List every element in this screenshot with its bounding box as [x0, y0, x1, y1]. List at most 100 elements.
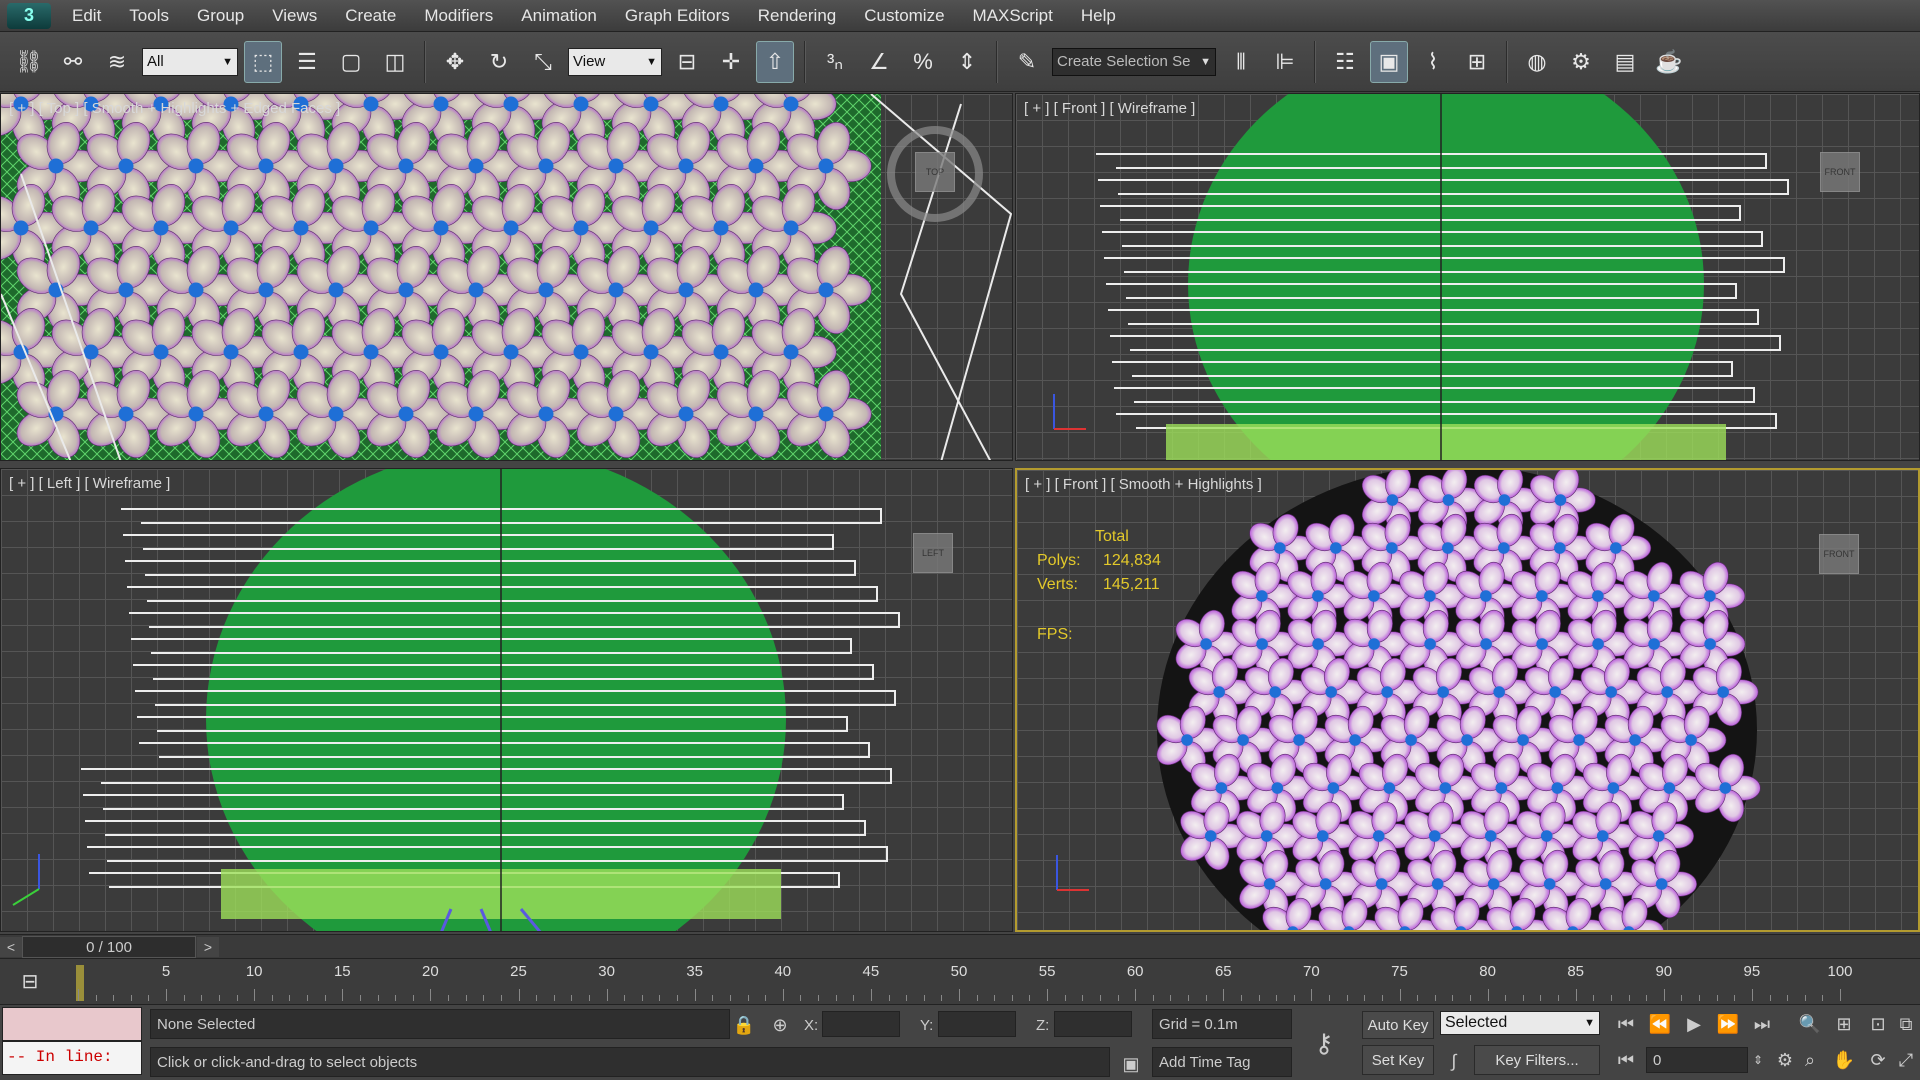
time-slider[interactable]: < 0 / 100 > — [0, 934, 1920, 958]
zoom-icon[interactable]: 🔍 — [1796, 1011, 1824, 1037]
x-coord-field[interactable] — [822, 1011, 900, 1037]
frame-spinner-icon[interactable]: ⇕ — [1750, 1047, 1766, 1073]
time-config-icon[interactable]: ⚙ — [1772, 1047, 1798, 1073]
selection-filter-dropdown[interactable]: All ▼ — [142, 47, 238, 76]
time-slider-prev-button[interactable]: < — [0, 937, 22, 957]
menu-help[interactable]: Help — [1067, 0, 1130, 32]
viewport-top[interactable]: [ + ] [ Top ] [ Smooth + Highlights + Ed… — [0, 93, 1013, 461]
pivot-icon[interactable]: ⊟ — [668, 41, 706, 83]
rotate-icon[interactable]: ↻ — [480, 41, 518, 83]
menu-customize[interactable]: Customize — [850, 0, 958, 32]
scale-icon[interactable]: ⤡ — [524, 41, 562, 83]
pan-icon[interactable]: ✋ — [1830, 1047, 1858, 1073]
select-manipulate-icon[interactable]: ✛ — [712, 41, 750, 83]
set-key-mode-icon[interactable]: ⚷ — [1300, 1025, 1348, 1061]
time-slider-next-button[interactable]: > — [197, 937, 219, 957]
bind-spacewarp-icon[interactable]: ≋ — [98, 41, 136, 83]
viewport-top-label[interactable]: [ + ] [ Top ] [ Smooth + Highlights + Ed… — [9, 100, 340, 117]
field-of-view-icon[interactable]: ⌕ — [1796, 1047, 1824, 1073]
time-tag-icon[interactable]: ▣ — [1118, 1051, 1144, 1077]
next-frame-icon[interactable]: ⏩ — [1714, 1011, 1742, 1037]
window-crossing-icon[interactable]: ◫ — [376, 41, 414, 83]
layer-manager-icon[interactable]: ☷ — [1326, 41, 1364, 83]
edit-named-sel-icon[interactable]: ✎ — [1008, 41, 1046, 83]
align-icon[interactable]: ⊫ — [1266, 41, 1304, 83]
lock-icon[interactable]: 🔒 — [732, 1013, 756, 1037]
z-coord-field[interactable] — [1054, 1011, 1132, 1037]
time-slider-thumb[interactable]: 0 / 100 — [22, 936, 196, 958]
set-key-button[interactable]: Set Key — [1362, 1045, 1434, 1075]
spinner-snap-icon[interactable]: ⇕ — [948, 41, 986, 83]
maxscript-mini-listener-top[interactable] — [2, 1007, 142, 1041]
schematic-icon[interactable]: ⊞ — [1458, 41, 1496, 83]
y-coord-field[interactable] — [938, 1011, 1016, 1037]
maximize-viewport-icon[interactable]: ⤢ — [1894, 1047, 1918, 1073]
select-by-name-icon[interactable]: ☰ — [288, 41, 326, 83]
menu-create[interactable]: Create — [331, 0, 410, 32]
menu-modifiers[interactable]: Modifiers — [410, 0, 507, 32]
track-ruler[interactable]: 5 10 15 20 25 30 35 40 45 50 55 60 65 70 75 80 85 90 95 100 — [70, 963, 1860, 1001]
mirror-icon[interactable]: ⫴ — [1222, 41, 1260, 83]
key-curve-icon[interactable]: ∫ — [1440, 1047, 1468, 1075]
go-to-end-icon[interactable]: ⏭ — [1748, 1011, 1776, 1037]
menu-maxscript[interactable]: MAXScript — [959, 0, 1067, 32]
material-editor-icon[interactable]: ◍ — [1518, 41, 1556, 83]
track-tick — [888, 995, 890, 1001]
previous-frame-icon[interactable]: ⏪ — [1646, 1011, 1674, 1037]
snap-3-icon[interactable]: ³ₙ — [816, 41, 854, 83]
render-setup-icon[interactable]: ⚙ — [1562, 41, 1600, 83]
reference-coord-dropdown[interactable]: View ▼ — [568, 47, 662, 76]
menu-group[interactable]: Group — [183, 0, 258, 32]
rendered-frame-icon[interactable]: ▤ — [1606, 41, 1644, 83]
key-mode-dropdown[interactable]: Selected ▼ — [1440, 1011, 1600, 1035]
menu-views[interactable]: Views — [258, 0, 331, 32]
viewport-front-shaded-label[interactable]: [ + ] [ Front ] [ Smooth + Highlights ] — [1025, 476, 1262, 493]
menu-edit[interactable]: Edit — [58, 0, 115, 32]
key-filters-button[interactable]: Key Filters... — [1474, 1045, 1600, 1075]
select-object-icon[interactable]: ⬚ — [244, 40, 282, 83]
app-logo-button[interactable]: 3 — [0, 0, 58, 32]
render-icon[interactable]: ☕ — [1650, 41, 1688, 83]
rect-region-icon[interactable]: ▢ — [332, 41, 370, 83]
auto-key-button[interactable]: Auto Key — [1362, 1011, 1434, 1039]
key-mode-toggle-icon[interactable]: ⏮ — [1612, 1047, 1640, 1073]
percent-snap-icon[interactable]: % — [904, 41, 942, 83]
track-tick — [1029, 995, 1031, 1001]
menu-graph-editors[interactable]: Graph Editors — [611, 0, 744, 32]
viewport-left-wireframe[interactable]: [ + ] [ Left ] [ Wireframe ] LEFT — [0, 468, 1013, 932]
orbit-icon[interactable]: ⟳ — [1864, 1047, 1892, 1073]
mini-curve-editor-icon[interactable]: ⊟ — [14, 967, 46, 995]
viewport-front-wireframe[interactable]: [ + ] [ Front ] [ Wireframe ] FRONT — [1015, 93, 1920, 461]
zoom-all-icon[interactable]: ⊞ — [1830, 1011, 1858, 1037]
move-icon[interactable]: ✥ — [436, 41, 474, 83]
curve-editor-icon[interactable]: ⌇ — [1414, 41, 1452, 83]
viewport-front-label[interactable]: [ + ] [ Front ] [ Wireframe ] — [1024, 100, 1195, 117]
menu-rendering[interactable]: Rendering — [744, 0, 850, 32]
viewcube-front-shaded[interactable]: FRONT — [1819, 534, 1859, 574]
viewcube-left[interactable]: LEFT — [913, 533, 953, 573]
maxscript-listener[interactable]: -- In line: — [2, 1007, 142, 1079]
play-icon[interactable]: ▶ — [1680, 1011, 1708, 1037]
zoom-extents-icon[interactable]: ⊡ — [1864, 1011, 1892, 1037]
viewport-front-shaded[interactable]: [ + ] [ Front ] [ Smooth + Highlights ] … — [1015, 468, 1920, 932]
add-time-tag-button[interactable]: Add Time Tag — [1152, 1047, 1292, 1077]
scene-explorer-icon[interactable]: ▣ — [1370, 40, 1408, 83]
go-to-start-icon[interactable]: ⏮ — [1612, 1011, 1640, 1037]
viewport-left-label[interactable]: [ + ] [ Left ] [ Wireframe ] — [9, 475, 170, 492]
menu-animation[interactable]: Animation — [507, 0, 611, 32]
track-tick — [1381, 995, 1383, 1001]
viewcube-front[interactable]: FRONT — [1820, 152, 1860, 192]
current-frame-field[interactable]: 0 — [1646, 1047, 1748, 1073]
absolute-mode-icon[interactable]: ⊕ — [768, 1013, 792, 1037]
link-icon[interactable]: ⛓ — [10, 41, 48, 83]
angle-snap-icon[interactable]: ∠ — [860, 41, 898, 83]
menu-tools[interactable]: Tools — [115, 0, 183, 32]
track-tick — [1822, 995, 1824, 1001]
keyboard-shortcut-icon[interactable]: ⇧ — [756, 40, 794, 83]
unlink-icon[interactable]: ⚯ — [54, 41, 92, 83]
zoom-extents-all-icon[interactable]: ⧉ — [1894, 1011, 1918, 1037]
maxscript-prompt[interactable]: -- In line: — [2, 1041, 142, 1075]
named-selection-set-dropdown[interactable]: Create Selection Se ▼ — [1052, 47, 1216, 76]
track-bar[interactable]: ⊟ 5 10 15 20 25 30 35 40 45 50 55 60 65 70 75 80 85 90 95 1… — [0, 958, 1920, 1004]
viewcube-top[interactable]: TOP — [915, 152, 955, 192]
